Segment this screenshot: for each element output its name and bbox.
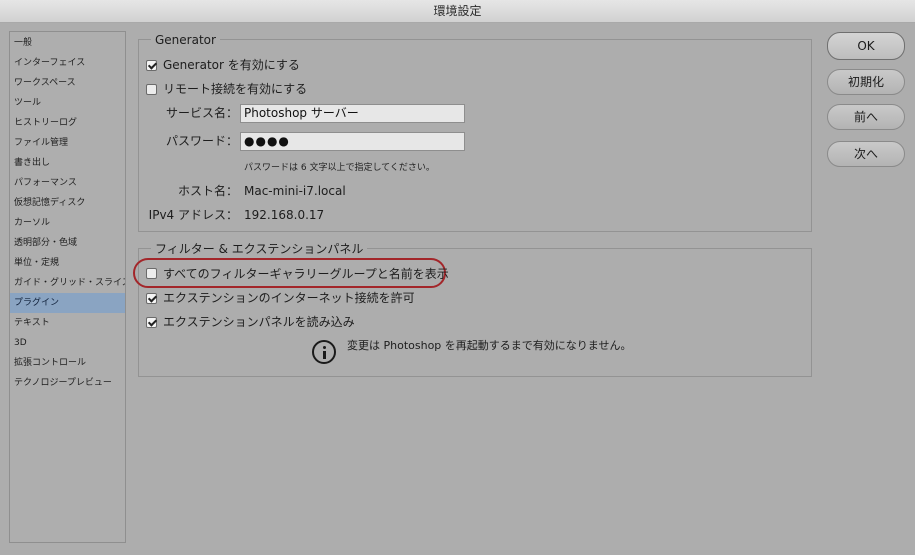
sidebar-item-performance[interactable]: パフォーマンス <box>10 173 125 193</box>
remote-connection-label[interactable]: リモート接続を有効にする <box>163 81 307 97</box>
sidebar-item-guides[interactable]: ガイド・グリッド・スライス <box>10 273 125 293</box>
password-label: パスワード： <box>165 134 238 148</box>
sidebar-item-cursors[interactable]: カーソル <box>10 213 125 233</box>
load-extension-panels-label[interactable]: エクステンションパネルを読み込み <box>163 314 355 330</box>
sidebar-item-plugins[interactable]: プラグイン <box>10 293 125 313</box>
info-icon <box>312 340 336 364</box>
extension-internet-checkbox[interactable] <box>146 293 157 304</box>
sidebar-item-interface[interactable]: インターフェイス <box>10 53 125 73</box>
sidebar-item-tools[interactable]: ツール <box>10 93 125 113</box>
ipv4-label: IPv4 アドレス： <box>148 208 238 222</box>
sidebar-item-history-log[interactable]: ヒストリーログ <box>10 113 125 133</box>
load-extension-panels-checkbox[interactable] <box>146 317 157 328</box>
generator-enable-label[interactable]: Generator を有効にする <box>163 57 300 73</box>
sidebar-item-transparency[interactable]: 透明部分・色域 <box>10 233 125 253</box>
sidebar-item-general[interactable]: 一般 <box>10 33 125 53</box>
restart-notice: 変更は Photoshop を再起動するまで有効になりません。 <box>347 339 632 352</box>
filter-gallery-label[interactable]: すべてのフィルターギャラリーグループと名前を表示 <box>163 266 449 282</box>
service-name-input[interactable]: Photoshop サーバー <box>240 104 465 123</box>
ok-button[interactable]: OK <box>827 32 905 60</box>
extension-internet-label[interactable]: エクステンションのインターネット接続を許可 <box>163 290 415 306</box>
sidebar-item-export[interactable]: 書き出し <box>10 153 125 173</box>
host-name-label: ホスト名： <box>177 184 238 198</box>
generator-group-title: Generator <box>151 33 220 47</box>
password-hint: パスワードは 6 文字以上で指定してください。 <box>244 163 435 173</box>
sidebar-item-technology-previews[interactable]: テクノロジープレビュー <box>10 373 125 393</box>
sidebar-item-units[interactable]: 単位・定規 <box>10 253 125 273</box>
reset-button[interactable]: 初期化 <box>827 69 905 95</box>
preferences-sidebar: 一般 インターフェイス ワークスペース ツール ヒストリーログ ファイル管理 書… <box>9 31 126 543</box>
host-name-value: Mac-mini-i7.local <box>244 184 346 198</box>
generator-enable-checkbox[interactable] <box>146 60 157 71</box>
sidebar-item-3d[interactable]: 3D <box>10 333 125 353</box>
sidebar-item-workspace[interactable]: ワークスペース <box>10 73 125 93</box>
window-title: 環境設定 <box>0 0 915 23</box>
ipv4-value: 192.168.0.17 <box>244 208 325 222</box>
filters-extension-group-title: フィルター & エクステンションパネル <box>151 242 368 256</box>
password-input[interactable]: ●●●● <box>240 132 465 151</box>
sidebar-item-type[interactable]: テキスト <box>10 313 125 333</box>
sidebar-item-enhanced-controls[interactable]: 拡張コントロール <box>10 353 125 373</box>
remote-connection-checkbox[interactable] <box>146 84 157 95</box>
filter-gallery-checkbox[interactable] <box>146 268 157 279</box>
sidebar-item-scratch-disks[interactable]: 仮想記憶ディスク <box>10 193 125 213</box>
next-button[interactable]: 次へ <box>827 141 905 167</box>
sidebar-item-file-handling[interactable]: ファイル管理 <box>10 133 125 153</box>
previous-button[interactable]: 前へ <box>827 104 905 130</box>
service-name-label: サービス名： <box>165 106 238 120</box>
